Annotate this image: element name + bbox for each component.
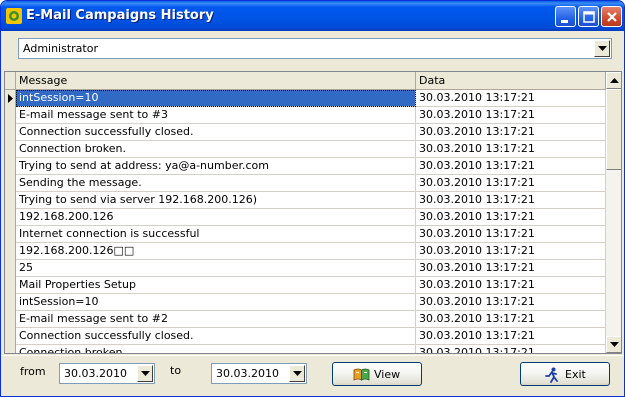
table-row[interactable]: Trying to send via server 192.168.200.12… — [16, 192, 606, 209]
table-row[interactable]: Mail Properties Setup 30.03.2010 13:17:21 — [16, 277, 606, 294]
table-row[interactable]: 192.168.200.126 30.03.2010 13:17:21 — [16, 209, 606, 226]
table-row[interactable]: Sending the message. 30.03.2010 13:17:21 — [16, 175, 606, 192]
gear-app-icon — [6, 8, 22, 24]
message-cell: E-mail message sent to #3 — [16, 107, 416, 124]
date-cell: 30.03.2010 13:17:21 — [416, 226, 606, 243]
chevron-down-icon — [293, 371, 302, 376]
message-cell: Trying to send via server 192.168.200.12… — [16, 192, 416, 209]
table-row[interactable]: Connection successfully closed. 30.03.201… — [16, 124, 606, 141]
arrow-up-icon — [610, 78, 619, 83]
date-cell: 30.03.2010 13:17:21 — [416, 294, 606, 311]
message-cell: Trying to send at address: ya@a-number.c… — [16, 158, 416, 175]
scroll-up-button[interactable] — [606, 72, 621, 89]
table-row[interactable]: Connection broken. 30.03.2010 13:17:21 — [16, 345, 606, 353]
view-button[interactable]: View — [332, 362, 422, 386]
table-row[interactable]: Connection broken. 30.03.2010 13:17:21 — [16, 141, 606, 158]
book-icon — [353, 368, 370, 381]
to-date-value: 30.03.2010 — [216, 367, 279, 380]
table-row[interactable]: intSession=10 30.03.2010 13:17:21 — [16, 294, 606, 311]
table-row[interactable]: E-mail message sent to #2 30.03.2010 13:1… — [16, 311, 606, 328]
date-cell: 30.03.2010 13:17:21 — [416, 328, 606, 345]
close-icon — [607, 12, 617, 22]
date-cell: 30.03.2010 13:17:21 — [416, 124, 606, 141]
from-date-picker[interactable]: 30.03.2010 — [59, 363, 155, 384]
date-cell: 30.03.2010 13:17:21 — [416, 209, 606, 226]
from-date-value: 30.03.2010 — [64, 367, 127, 380]
date-cell: 30.03.2010 13:17:21 — [416, 311, 606, 328]
date-cell: 30.03.2010 13:17:21 — [416, 192, 606, 209]
date-cell: 30.03.2010 13:17:21 — [416, 90, 606, 107]
user-select-dropdown-button[interactable] — [594, 40, 610, 57]
message-cell: Connection broken. — [16, 141, 416, 158]
title-bar[interactable]: E-Mail Campaigns History — [1, 1, 624, 31]
maximize-button[interactable] — [578, 6, 599, 27]
message-cell: Connection successfully closed. — [16, 328, 416, 345]
table-corner-header — [5, 72, 16, 90]
row-indicator-column — [5, 90, 16, 353]
window-title: E-Mail Campaigns History — [26, 8, 214, 23]
table-row[interactable]: 25 30.03.2010 13:17:21 — [16, 260, 606, 277]
column-header-data[interactable]: Data — [416, 72, 606, 90]
table-row[interactable]: Connection successfully closed. 30.03.201… — [16, 328, 606, 345]
date-cell: 30.03.2010 13:17:21 — [416, 277, 606, 294]
maximize-icon — [583, 11, 595, 23]
table-row[interactable]: Trying to send at address: ya@a-number.c… — [16, 158, 606, 175]
date-cell: 30.03.2010 13:17:21 — [416, 141, 606, 158]
date-cell: 30.03.2010 13:17:21 — [416, 107, 606, 124]
history-table[interactable]: Message Data intSession=10 30.03.2010 13:… — [4, 71, 622, 354]
close-button[interactable] — [601, 6, 622, 27]
table-row[interactable]: E-mail message sent to #3 30.03.2010 13:1… — [16, 107, 606, 124]
from-date-dropdown-button[interactable] — [137, 365, 153, 382]
minimize-button[interactable] — [555, 6, 576, 27]
message-cell: 192.168.200.126 — [16, 209, 416, 226]
date-cell: 30.03.2010 13:17:21 — [416, 260, 606, 277]
column-header-message[interactable]: Message — [16, 72, 416, 90]
scroll-thumb[interactable] — [606, 89, 621, 170]
chevron-down-icon — [141, 371, 150, 376]
message-cell: Mail Properties Setup — [16, 277, 416, 294]
scroll-down-button[interactable] — [606, 336, 621, 353]
current-row-arrow-icon — [8, 94, 13, 103]
vertical-scrollbar[interactable] — [606, 72, 621, 353]
minimize-icon — [561, 20, 568, 23]
message-cell: Connection successfully closed. — [16, 124, 416, 141]
chevron-down-icon — [598, 46, 607, 51]
date-cell: 30.03.2010 13:17:21 — [416, 158, 606, 175]
to-date-dropdown-button[interactable] — [289, 365, 305, 382]
to-label: to — [170, 364, 182, 377]
campaign-history-window: E-Mail Campaigns History Administrator M… — [0, 0, 625, 397]
message-cell: intSession=10 — [16, 90, 416, 107]
exit-button[interactable]: Exit — [520, 362, 610, 386]
message-cell: 192.168.200.126□□ — [16, 243, 416, 260]
message-cell: Connection broken. — [16, 345, 416, 353]
message-cell: E-mail message sent to #2 — [16, 311, 416, 328]
user-select[interactable]: Administrator — [18, 38, 612, 59]
message-cell: Sending the message. — [16, 175, 416, 192]
message-cell: Internet connection is successful — [16, 226, 416, 243]
arrow-down-icon — [610, 342, 619, 347]
exit-button-label: Exit — [565, 368, 586, 381]
date-cell: 30.03.2010 13:17:21 — [416, 345, 606, 353]
table-row[interactable]: intSession=10 30.03.2010 13:17:21 — [16, 90, 606, 107]
table-row[interactable]: 192.168.200.126□□ 30.03.2010 13:17:21 — [16, 243, 606, 260]
running-man-icon — [545, 367, 558, 383]
from-label: from — [20, 365, 46, 378]
table-row[interactable]: Internet connection is successful 30.03.2… — [16, 226, 606, 243]
separator — [1, 355, 624, 356]
user-select-value: Administrator — [23, 42, 98, 55]
date-cell: 30.03.2010 13:17:21 — [416, 243, 606, 260]
date-cell: 30.03.2010 13:17:21 — [416, 175, 606, 192]
view-button-label: View — [374, 368, 401, 381]
message-cell: 25 — [16, 260, 416, 277]
to-date-picker[interactable]: 30.03.2010 — [211, 363, 307, 384]
message-cell: intSession=10 — [16, 294, 416, 311]
